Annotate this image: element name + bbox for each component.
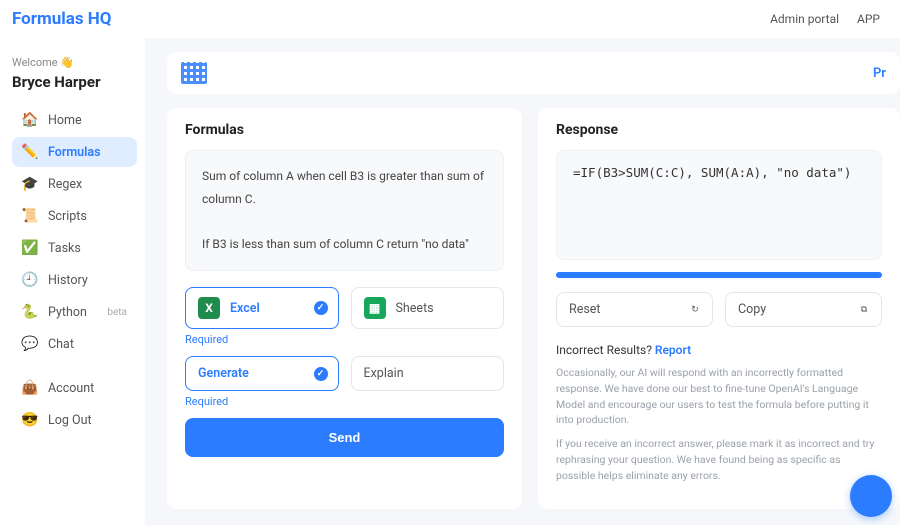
formulas-title: Formulas xyxy=(185,122,504,138)
formulas-panel: Formulas Sum of column A when cell B3 is… xyxy=(167,108,522,509)
option-excel[interactable]: X Excel ✓ xyxy=(185,287,339,329)
sidebar-item-chat[interactable]: 💬 Chat xyxy=(12,329,137,359)
send-button[interactable]: Send xyxy=(185,418,504,457)
option-label: Sheets xyxy=(396,301,434,316)
sidebar-item-label: Regex xyxy=(48,177,82,192)
python-icon: 🐍 xyxy=(22,304,38,320)
copy-button[interactable]: Copy ⧉ xyxy=(725,292,882,327)
response-panel: Response =IF(B3>SUM(C:C), SUM(A:A), "no … xyxy=(538,108,900,509)
grid-icon[interactable] xyxy=(181,62,207,84)
logo[interactable]: Formulas HQ xyxy=(12,9,112,29)
account-icon: 👜 xyxy=(22,380,38,396)
check-icon xyxy=(479,301,493,315)
check-icon: ✓ xyxy=(314,301,328,315)
reset-button[interactable]: Reset ↻ xyxy=(556,292,713,327)
top-links: Admin portal APP xyxy=(770,12,880,26)
fine-print-2: If you receive an incorrect answer, plea… xyxy=(556,436,882,483)
option-label: Explain xyxy=(364,366,404,381)
sidebar-item-home[interactable]: 🏠 Home xyxy=(12,105,137,135)
help-fab[interactable] xyxy=(850,475,892,517)
sidebar-item-label: Python xyxy=(48,305,87,320)
option-label: Generate xyxy=(198,366,249,381)
logout-icon: 😎 xyxy=(22,412,38,428)
welcome-text: Welcome 👋 xyxy=(12,56,137,69)
response-title: Response xyxy=(556,122,882,138)
check-icon: ✓ xyxy=(314,367,328,381)
beta-badge: beta xyxy=(107,307,127,318)
prompt-textarea[interactable]: Sum of column A when cell B3 is greater … xyxy=(185,150,504,271)
pencil-icon: ✏️ xyxy=(22,144,38,160)
sidebar-item-formulas[interactable]: ✏️ Formulas xyxy=(12,137,137,167)
sidebar-item-history[interactable]: 🕘 History xyxy=(12,265,137,295)
prompt-line: If B3 is less than sum of column C retur… xyxy=(202,233,487,256)
top-header: Formulas HQ Admin portal APP xyxy=(0,0,900,38)
home-icon: 🏠 xyxy=(22,112,38,128)
toolbar-right-link[interactable]: Pr xyxy=(873,66,886,81)
sidebar-item-logout[interactable]: 😎 Log Out xyxy=(12,405,137,435)
sidebar-item-label: Tasks xyxy=(48,241,81,256)
copy-icon: ⧉ xyxy=(857,303,871,317)
report-link[interactable]: Report xyxy=(655,343,691,357)
option-sheets[interactable]: ▦ Sheets xyxy=(351,287,505,329)
required-label: Required xyxy=(185,395,504,408)
chat-icon: 💬 xyxy=(22,336,38,352)
option-explain[interactable]: Explain xyxy=(351,356,505,391)
report-line: Incorrect Results? Report xyxy=(556,343,882,357)
sidebar-item-python[interactable]: 🐍 Python beta xyxy=(12,297,137,327)
excel-icon: X xyxy=(198,297,220,319)
sidebar-item-label: Home xyxy=(48,113,82,128)
option-label: Excel xyxy=(230,301,260,316)
history-icon: 🕘 xyxy=(22,272,38,288)
sidebar-item-label: Chat xyxy=(48,337,74,352)
username: Bryce Harper xyxy=(12,73,137,91)
response-output[interactable]: =IF(B3>SUM(C:C), SUM(A:A), "no data") xyxy=(556,150,882,260)
sidebar-item-label: History xyxy=(48,273,88,288)
sidebar-item-label: Formulas xyxy=(48,145,101,160)
check-icon xyxy=(479,367,493,381)
sheets-icon: ▦ xyxy=(364,297,386,319)
sidebar-item-tasks[interactable]: ✅ Tasks xyxy=(12,233,137,263)
sidebar-item-regex[interactable]: 🎓 Regex xyxy=(12,169,137,199)
sidebar-item-label: Log Out xyxy=(48,413,92,428)
progress-bar xyxy=(556,272,882,278)
sidebar-item-account[interactable]: 👜 Account xyxy=(12,373,137,403)
tasks-icon: ✅ xyxy=(22,240,38,256)
scripts-icon: 📜 xyxy=(22,208,38,224)
sidebar: Welcome 👋 Bryce Harper 🏠 Home ✏️ Formula… xyxy=(0,38,145,525)
response-actions: Reset ↻ Copy ⧉ xyxy=(556,292,882,327)
app-link[interactable]: APP xyxy=(857,12,880,26)
sidebar-item-label: Account xyxy=(48,381,94,396)
fine-print-1: Occasionally, our AI will respond with a… xyxy=(556,365,882,428)
platform-row: X Excel ✓ ▦ Sheets xyxy=(185,287,504,329)
option-generate[interactable]: Generate ✓ xyxy=(185,356,339,391)
admin-portal-link[interactable]: Admin portal xyxy=(770,12,839,26)
option-label: Copy xyxy=(738,302,766,317)
mode-row: Generate ✓ Explain xyxy=(185,356,504,391)
required-label: Required xyxy=(185,333,504,346)
toolbar: Pr xyxy=(167,52,900,94)
sidebar-item-label: Scripts xyxy=(48,209,87,224)
sidebar-item-scripts[interactable]: 📜 Scripts xyxy=(12,201,137,231)
incorrect-label: Incorrect Results? xyxy=(556,343,652,357)
reset-icon: ↻ xyxy=(688,303,702,317)
main: Pr Formulas Sum of column A when cell B3… xyxy=(145,38,900,525)
prompt-line: Sum of column A when cell B3 is greater … xyxy=(202,165,487,211)
regex-icon: 🎓 xyxy=(22,176,38,192)
option-label: Reset xyxy=(569,302,601,317)
